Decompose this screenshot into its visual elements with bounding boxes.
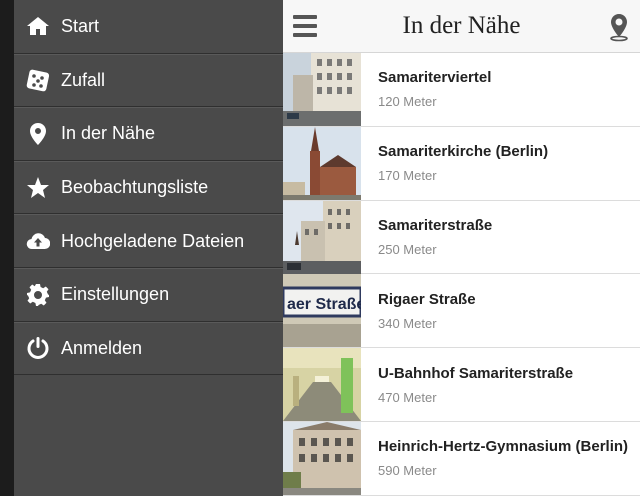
- list-item[interactable]: Samariterviertel 120 Meter: [283, 53, 640, 127]
- navigation-drawer: Start Zufall In der Nähe Beobachtungslis…: [14, 0, 283, 496]
- gear-icon: [25, 282, 51, 308]
- screen-edge: [0, 0, 14, 496]
- list-item-text: Samariterstraße 250 Meter: [361, 201, 492, 274]
- list-item[interactable]: U-Bahnhof Samariterstraße 470 Meter: [283, 348, 640, 422]
- place-title: Samariterviertel: [378, 69, 492, 87]
- place-title: Heinrich-Hertz-Gymnasium (Berlin): [378, 438, 629, 456]
- place-title: Samariterkirche (Berlin): [378, 143, 549, 161]
- home-icon: [25, 13, 51, 39]
- list-item-text: Samariterkirche (Berlin) 170 Meter: [361, 127, 548, 200]
- menu-item-start[interactable]: Start: [14, 0, 283, 54]
- place-title: U-Bahnhof Samariterstraße: [378, 364, 574, 382]
- place-distance: 120 Meter: [378, 94, 437, 110]
- list-item[interactable]: Heinrich-Hertz-Gymnasium (Berlin) 590 Me…: [283, 421, 640, 496]
- street-sign-text: aer Straße: [287, 296, 361, 313]
- menu-item-label: Zufall: [61, 69, 106, 90]
- app-header: In der Nähe: [283, 0, 640, 53]
- menu-item-label: In der Nähe: [61, 123, 156, 144]
- menu-item-zufall[interactable]: Zufall: [14, 53, 283, 108]
- thumbnail-image: [283, 53, 361, 126]
- list-item-text: U-Bahnhof Samariterstraße 470 Meter: [361, 348, 573, 421]
- thumbnail-image: [283, 200, 361, 274]
- place-distance: 470 Meter: [378, 389, 437, 405]
- menu-item-label: Einstellungen: [61, 284, 170, 305]
- star-icon: [25, 175, 51, 201]
- location-pin-icon: [25, 121, 51, 147]
- menu-item-label: Anmelden: [61, 337, 143, 358]
- menu-item-label: Hochgeladene Dateien: [61, 230, 245, 251]
- place-title: Samariterstraße: [378, 216, 493, 234]
- thumbnail-image: [283, 126, 361, 200]
- cloud-upload-icon: [25, 228, 51, 254]
- place-title: Rigaer Straße: [378, 290, 476, 308]
- power-icon: [25, 335, 51, 361]
- menu-item-label: Beobachtungsliste: [61, 177, 209, 198]
- list-item[interactable]: aer Straße Rigaer Straße 340 Meter: [283, 274, 640, 349]
- place-distance: 340 Meter: [378, 315, 437, 331]
- list-item[interactable]: Samariterstraße 250 Meter: [283, 200, 640, 275]
- thumbnail-image: [283, 421, 361, 495]
- menu-item-beobachtungsliste[interactable]: Beobachtungsliste: [14, 160, 283, 215]
- place-distance: 170 Meter: [378, 168, 437, 184]
- list-item-text: Heinrich-Hertz-Gymnasium (Berlin) 590 Me…: [361, 422, 628, 495]
- page-title: In der Nähe: [402, 12, 521, 39]
- location-pin-icon[interactable]: [608, 12, 630, 42]
- menu-item-in-der-naehe[interactable]: In der Nähe: [14, 107, 283, 161]
- thumbnail-image: [283, 348, 361, 422]
- list-item-text: Rigaer Straße 340 Meter: [361, 274, 476, 347]
- list-item-text: Samariterviertel 120 Meter: [361, 53, 491, 126]
- menu-item-einstellungen[interactable]: Einstellungen: [14, 267, 283, 322]
- main-panel: In der Nähe Samariterviertel 120 Meter S…: [283, 0, 640, 496]
- menu-item-anmelden[interactable]: Anmelden: [14, 321, 283, 376]
- place-distance: 250 Meter: [378, 241, 437, 257]
- menu-item-hochgeladene-dateien[interactable]: Hochgeladene Dateien: [14, 214, 283, 268]
- dice-icon: [25, 67, 51, 93]
- menu-item-label: Start: [61, 15, 100, 36]
- list-item[interactable]: Samariterkirche (Berlin) 170 Meter: [283, 126, 640, 201]
- thumbnail-image: aer Straße: [283, 274, 361, 348]
- place-distance: 590 Meter: [378, 463, 437, 479]
